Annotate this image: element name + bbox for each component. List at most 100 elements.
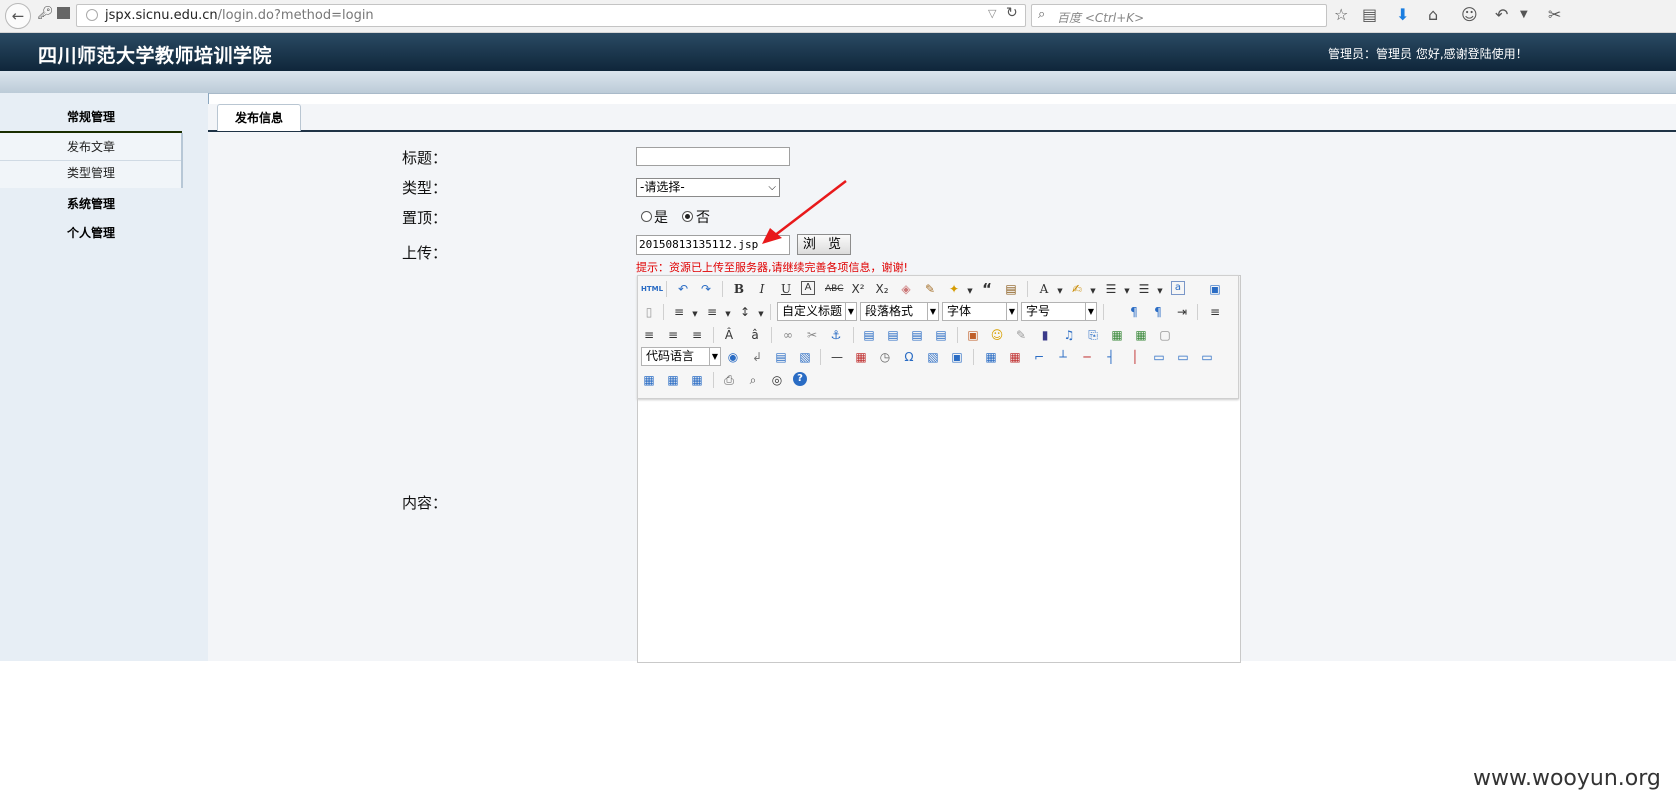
undo-dropdown-icon[interactable]: ▼ [1520, 9, 1528, 20]
chat-icon[interactable]: ☺ [1461, 5, 1478, 24]
image-center-icon[interactable]: ▤ [933, 327, 949, 343]
align-left-icon[interactable]: ≡ [1207, 304, 1223, 320]
align-right-icon[interactable]: ≡ [665, 327, 681, 343]
site-identity-icon[interactable] [57, 7, 70, 19]
align-center-icon[interactable]: ≡ [641, 327, 657, 343]
key-icon[interactable]: 🔑︎ [37, 6, 54, 21]
sidebar-category-personal[interactable]: 个人管理 [0, 224, 182, 241]
url-bar[interactable]: jspx.sicnu.edu.cn/login.do?method=login … [76, 4, 1026, 27]
undo-icon[interactable]: ↶ [675, 281, 691, 297]
webapp-icon[interactable]: ◉ [725, 349, 741, 365]
crop-icon[interactable]: ✂ [1548, 5, 1561, 24]
auto-typeset-icon[interactable]: ✦ [946, 281, 962, 297]
row-spacing-bottom-icon[interactable]: ≡ [704, 304, 720, 320]
word-image-icon[interactable]: ▣ [949, 349, 965, 365]
chevron-down-icon[interactable]: ▼ [753, 306, 769, 322]
emoticon-icon[interactable]: ☺ [989, 327, 1005, 343]
unordered-list-icon[interactable]: ☰ [1136, 281, 1152, 297]
insert-date-icon[interactable]: ▦ [853, 349, 869, 365]
eraser-icon[interactable]: ◈ [898, 281, 914, 297]
insert-image-icon[interactable]: ▣ [965, 327, 981, 343]
ordered-list-icon[interactable]: ☰ [1103, 281, 1119, 297]
home-icon[interactable]: ⌂ [1428, 5, 1438, 24]
sidebar-item-types[interactable]: 类型管理 [0, 161, 182, 186]
superscript-icon[interactable]: X² [850, 281, 866, 297]
font-size-select[interactable]: 字号 ▼ [1021, 302, 1097, 321]
subscript-icon[interactable]: X₂ [874, 281, 890, 297]
insert-frame-icon[interactable]: ▢ [1157, 327, 1173, 343]
paragraph-format-select[interactable]: 段落格式 ▼ [860, 302, 939, 321]
code-language-select[interactable]: 代码语言 ▼ [641, 347, 721, 366]
split-to-cells-icon[interactable]: ▦ [641, 372, 657, 388]
preview-icon[interactable]: ⌕ [745, 372, 761, 388]
template-icon[interactable]: ▤ [773, 349, 789, 365]
row-spacing-top-icon[interactable]: ≡ [671, 304, 687, 320]
split-to-rows-icon[interactable]: ▦ [665, 372, 681, 388]
pin-top-no-radio[interactable] [682, 211, 693, 222]
to-lowercase-icon[interactable]: â [747, 327, 763, 343]
search-replace-icon[interactable]: ▧ [925, 349, 941, 365]
font-color-icon[interactable]: A [1036, 281, 1052, 297]
scrawl-icon[interactable]: ✎ [1013, 327, 1029, 343]
delete-col-icon[interactable]: │ [1127, 349, 1143, 365]
chevron-down-icon[interactable]: ▼ [687, 306, 703, 322]
insert-col-icon[interactable]: ┤ [1103, 349, 1119, 365]
attachment-icon[interactable]: ⎘ [1085, 327, 1101, 343]
font-border-icon[interactable]: A [801, 281, 815, 295]
to-uppercase-icon[interactable]: Â [721, 327, 737, 343]
find-replace-icon[interactable]: ◎ [769, 372, 785, 388]
horizontal-rule-icon[interactable]: — [829, 349, 845, 365]
url-text[interactable]: jspx.sicnu.edu.cn/login.do?method=login [105, 8, 374, 23]
clear-document-icon[interactable]: ▯ [641, 304, 657, 320]
background-icon[interactable]: ▧ [797, 349, 813, 365]
italic-icon[interactable]: I [754, 281, 770, 297]
merge-cells-icon[interactable]: ▭ [1151, 349, 1167, 365]
split-to-cols-icon[interactable]: ▦ [689, 372, 705, 388]
undo-icon[interactable]: ↶ [1495, 5, 1508, 24]
special-chars-icon[interactable]: Ω [901, 349, 917, 365]
ltr-direction-icon[interactable]: ¶ [1126, 304, 1142, 320]
image-float-left-icon[interactable]: ▤ [885, 327, 901, 343]
insert-paragraph-before-table-icon[interactable]: ⌐ [1031, 349, 1047, 365]
chevron-down-icon[interactable]: ▼ [962, 283, 978, 299]
fullscreen-icon[interactable]: ▣ [1207, 281, 1223, 297]
html-source-icon[interactable]: HTML [641, 281, 663, 297]
map-icon[interactable]: ▦ [1109, 327, 1125, 343]
reading-list-icon[interactable]: ▤ [1362, 5, 1377, 24]
pin-top-yes-radio[interactable] [641, 211, 652, 222]
select-all-icon[interactable]: a [1171, 281, 1185, 295]
underline-icon[interactable]: U [778, 281, 794, 297]
highlight-color-icon[interactable]: ✍ [1069, 281, 1085, 297]
link-icon[interactable]: ∞ [780, 327, 796, 343]
chevron-down-icon[interactable]: ▼ [1119, 283, 1135, 299]
blockquote-icon[interactable]: “ [979, 281, 995, 297]
chevron-down-icon[interactable]: ▼ [1085, 283, 1101, 299]
pin-top-yes-label[interactable]: 是 [654, 207, 668, 227]
rtl-direction-icon[interactable]: ¶ [1150, 304, 1166, 320]
insert-time-icon[interactable]: ◷ [877, 349, 893, 365]
type-select[interactable]: -请选择- ⌵ [636, 178, 780, 197]
bookmark-star-icon[interactable]: ☆ [1334, 5, 1348, 24]
merge-right-icon[interactable]: ▭ [1175, 349, 1191, 365]
insert-video-icon[interactable]: ▮ [1037, 327, 1053, 343]
sidebar-category-general[interactable]: 常规管理 [0, 108, 182, 125]
unlink-icon[interactable]: ✂ [804, 327, 820, 343]
bold-icon[interactable]: B [731, 281, 747, 297]
paste-plain-icon[interactable]: ▤ [1003, 281, 1019, 297]
format-painter-icon[interactable]: ✎ [922, 281, 938, 297]
chevron-down-icon[interactable]: ▼ [1052, 283, 1068, 299]
google-map-icon[interactable]: ▦ [1133, 327, 1149, 343]
strikethrough-icon[interactable]: ABC [825, 281, 843, 297]
title-input[interactable] [636, 147, 790, 166]
image-float-none-icon[interactable]: ▤ [861, 327, 877, 343]
indent-icon[interactable]: ⇥ [1174, 304, 1190, 320]
pin-top-no-label[interactable]: 否 [696, 207, 710, 227]
redo-icon[interactable]: ↷ [698, 281, 714, 297]
chevron-down-icon[interactable]: ▼ [1152, 283, 1168, 299]
insert-music-icon[interactable]: ♫ [1061, 327, 1077, 343]
chevron-down-icon[interactable]: ▼ [720, 306, 736, 322]
custom-heading-select[interactable]: 自定义标题 ▼ [777, 302, 857, 321]
sidebar-category-system[interactable]: 系统管理 [0, 195, 182, 212]
align-justify-icon[interactable]: ≡ [689, 327, 705, 343]
back-button[interactable]: ← [5, 3, 31, 29]
